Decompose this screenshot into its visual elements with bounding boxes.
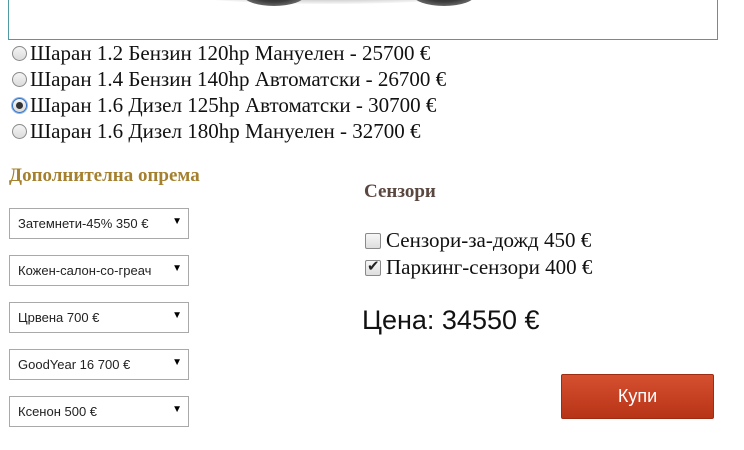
buy-button[interactable]: Купи [561,374,714,419]
color-select[interactable]: Црвена 700 € ▼ [9,302,189,333]
total-price: Цена: 34550 € [362,305,540,335]
tint-select[interactable]: Затемнети-45% 350 € ▼ [9,208,189,239]
variant-label: Шаран 1.4 Бензин 140hp Автоматски - 2670… [30,66,447,91]
select-value: Затемнети-45% 350 € [18,216,149,231]
equipment-title: Дополнителна опрема [9,165,200,186]
headlights-select[interactable]: Ксенон 500 € ▼ [9,396,189,427]
variant-label: Шаран 1.6 Дизел 125hp Автоматски - 30700… [30,92,437,117]
sensors-title: Сензори [364,181,436,202]
select-value: Црвена 700 € [18,310,100,325]
dropdown-arrow-icon: ▼ [172,263,182,274]
interior-select[interactable]: Кожен-салон-со-греач ▼ [9,255,189,286]
select-value: Ксенон 500 € [18,404,98,419]
car-wheel-icon [413,0,475,6]
variant-label: Шаран 1.2 Бензин 120hp Мануелен - 25700 … [30,40,431,65]
checkbox-checked[interactable] [365,257,381,276]
radio-button[interactable] [12,123,27,139]
sensor-option-parking[interactable]: Паркинг-сензори 400 € [365,255,592,280]
tires-select[interactable]: GoodYear 16 700 € ▼ [9,349,189,380]
dropdown-arrow-icon: ▼ [172,404,182,415]
variant-option-4[interactable]: Шаран 1.6 Дизел 180hp Мануелен - 32700 € [12,118,446,144]
variant-label: Шаран 1.6 Дизел 180hp Мануелен - 32700 € [30,118,421,143]
car-image-frame [8,0,718,40]
sensor-label: Паркинг-сензори 400 € [386,255,593,279]
select-value: Кожен-салон-со-греач [18,263,152,278]
variant-option-1[interactable]: Шаран 1.2 Бензин 120hp Мануелен - 25700 … [12,40,446,66]
sensor-option-rain[interactable]: Сензори-за-дожд 450 € [365,228,591,253]
radio-button-selected[interactable] [12,97,27,113]
radio-button[interactable] [12,45,27,61]
dropdown-arrow-icon: ▼ [172,357,182,368]
dropdown-arrow-icon: ▼ [172,310,182,321]
variant-option-2[interactable]: Шаран 1.4 Бензин 140hp Автоматски - 2670… [12,66,446,92]
select-value: GoodYear 16 700 € [18,357,131,372]
sensor-label: Сензори-за-дожд 450 € [386,228,592,252]
dropdown-arrow-icon: ▼ [172,216,182,227]
variant-option-3[interactable]: Шаран 1.6 Дизел 125hp Автоматски - 30700… [12,92,446,118]
checkbox[interactable] [365,232,381,249]
variant-radio-group: Шаран 1.2 Бензин 120hp Мануелен - 25700 … [12,40,446,144]
radio-button[interactable] [12,71,27,87]
